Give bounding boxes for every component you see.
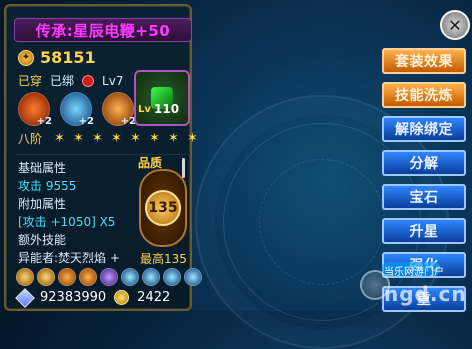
unbind-label: 解除绑定	[395, 122, 453, 138]
quality-value: 135	[148, 200, 178, 216]
star-icon: ✶	[187, 131, 198, 146]
item-level-value: 110	[154, 102, 180, 116]
close-icon: ✕	[448, 15, 462, 35]
star-icon: ✶	[73, 131, 84, 146]
item-title: 传承:星辰电鞭+50	[35, 21, 171, 40]
bound-status: 已绑	[50, 74, 75, 88]
set-effect-button[interactable]: 套装效果	[382, 48, 466, 74]
skill-icons-row	[16, 268, 202, 286]
star-icon: ✶	[149, 131, 160, 146]
power-row: ✦ 58151	[18, 48, 96, 67]
base-attributes-heading: 基础属性	[18, 161, 67, 175]
watermark: 当乐网游门户 ngd.cn	[360, 256, 472, 311]
star-icon: ✶	[92, 131, 103, 146]
quality-emblem: 135	[139, 169, 187, 247]
unbind-button[interactable]: 解除绑定	[382, 116, 466, 142]
gold-amount: 2422	[137, 290, 171, 305]
worn-status: 已穿	[18, 74, 43, 88]
skill-icon	[58, 268, 76, 286]
watermark-badge-text: 当乐网游门户	[384, 267, 444, 278]
gem-slots: +2 +2 +2	[18, 92, 136, 127]
close-button[interactable]: ✕	[440, 10, 470, 40]
skill-icon	[184, 268, 202, 286]
gem-slot-3[interactable]: +2	[102, 92, 136, 127]
skill-icon	[37, 268, 55, 286]
extra-attributes-heading: 附加属性	[18, 197, 67, 211]
status-row: 已穿 已绑 Lv7	[18, 72, 123, 89]
gem-slot-1-plus: +2	[36, 116, 52, 127]
skill-icon	[121, 268, 139, 286]
power-icon: ✦	[18, 49, 34, 66]
extra-attack-stat: [攻击 +1050] X5	[18, 215, 116, 229]
decompose-label: 分解	[409, 156, 439, 172]
blood-drop-icon	[82, 74, 95, 87]
decompose-button[interactable]: 分解	[382, 150, 466, 176]
gold-coin-icon	[114, 290, 130, 305]
diamond-icon	[15, 287, 35, 308]
item-detail-panel: 传承:星辰电鞭+50 ✦ 58151 已穿 已绑 Lv7 +2 +2 +2 Lv…	[4, 4, 202, 311]
skill-icon	[16, 268, 34, 286]
stage-label: 八阶	[18, 132, 43, 146]
skill-wash-button[interactable]: 技能洗炼	[382, 82, 466, 108]
quality-max-hint: 最高135	[140, 252, 187, 266]
currency-row: 92383990 2422	[15, 287, 171, 308]
gem-slot-1[interactable]: +2	[18, 92, 52, 127]
diamond-amount: 92383990	[40, 290, 107, 305]
power-value: 58151	[40, 48, 96, 67]
skill-icon	[142, 268, 160, 286]
star-icon: ✶	[130, 131, 141, 146]
extra-skill-heading: 额外技能	[18, 233, 67, 247]
set-effect-label: 套装效果	[395, 54, 453, 70]
stage-row: 八阶 ✶ ✶ ✶ ✶ ✶ ✶ ✶ ✶	[18, 130, 200, 147]
gem-slot-2[interactable]: +2	[60, 92, 94, 127]
gem-button[interactable]: 宝石	[382, 184, 466, 210]
attack-stat: 攻击 9555	[18, 179, 77, 193]
equipment-level: Lv7	[102, 73, 124, 88]
item-level-prefix: Lv	[138, 104, 151, 115]
skill-icon	[163, 268, 181, 286]
star-icon: ✶	[168, 131, 179, 146]
skill-icon	[100, 268, 118, 286]
extra-skill-line: 异能者:焚天烈焰 +	[18, 251, 120, 265]
skill-wash-label: 技能洗炼	[395, 88, 453, 104]
item-icon-box[interactable]	[134, 70, 190, 126]
quality-value-badge: 135	[145, 190, 181, 226]
watermark-domain: ngd.cn	[384, 282, 467, 306]
star-icon: ✶	[54, 131, 65, 146]
gem-slot-2-plus: +2	[78, 116, 94, 127]
skill-icon	[79, 268, 97, 286]
item-title-bar: 传承:星辰电鞭+50	[14, 18, 192, 42]
gem-label: 宝石	[409, 190, 439, 206]
details-scrollbar[interactable]	[182, 158, 185, 178]
upgrade-star-label: 升星	[409, 224, 439, 240]
upgrade-star-button[interactable]: 升星	[382, 218, 466, 244]
star-icon: ✶	[111, 131, 122, 146]
